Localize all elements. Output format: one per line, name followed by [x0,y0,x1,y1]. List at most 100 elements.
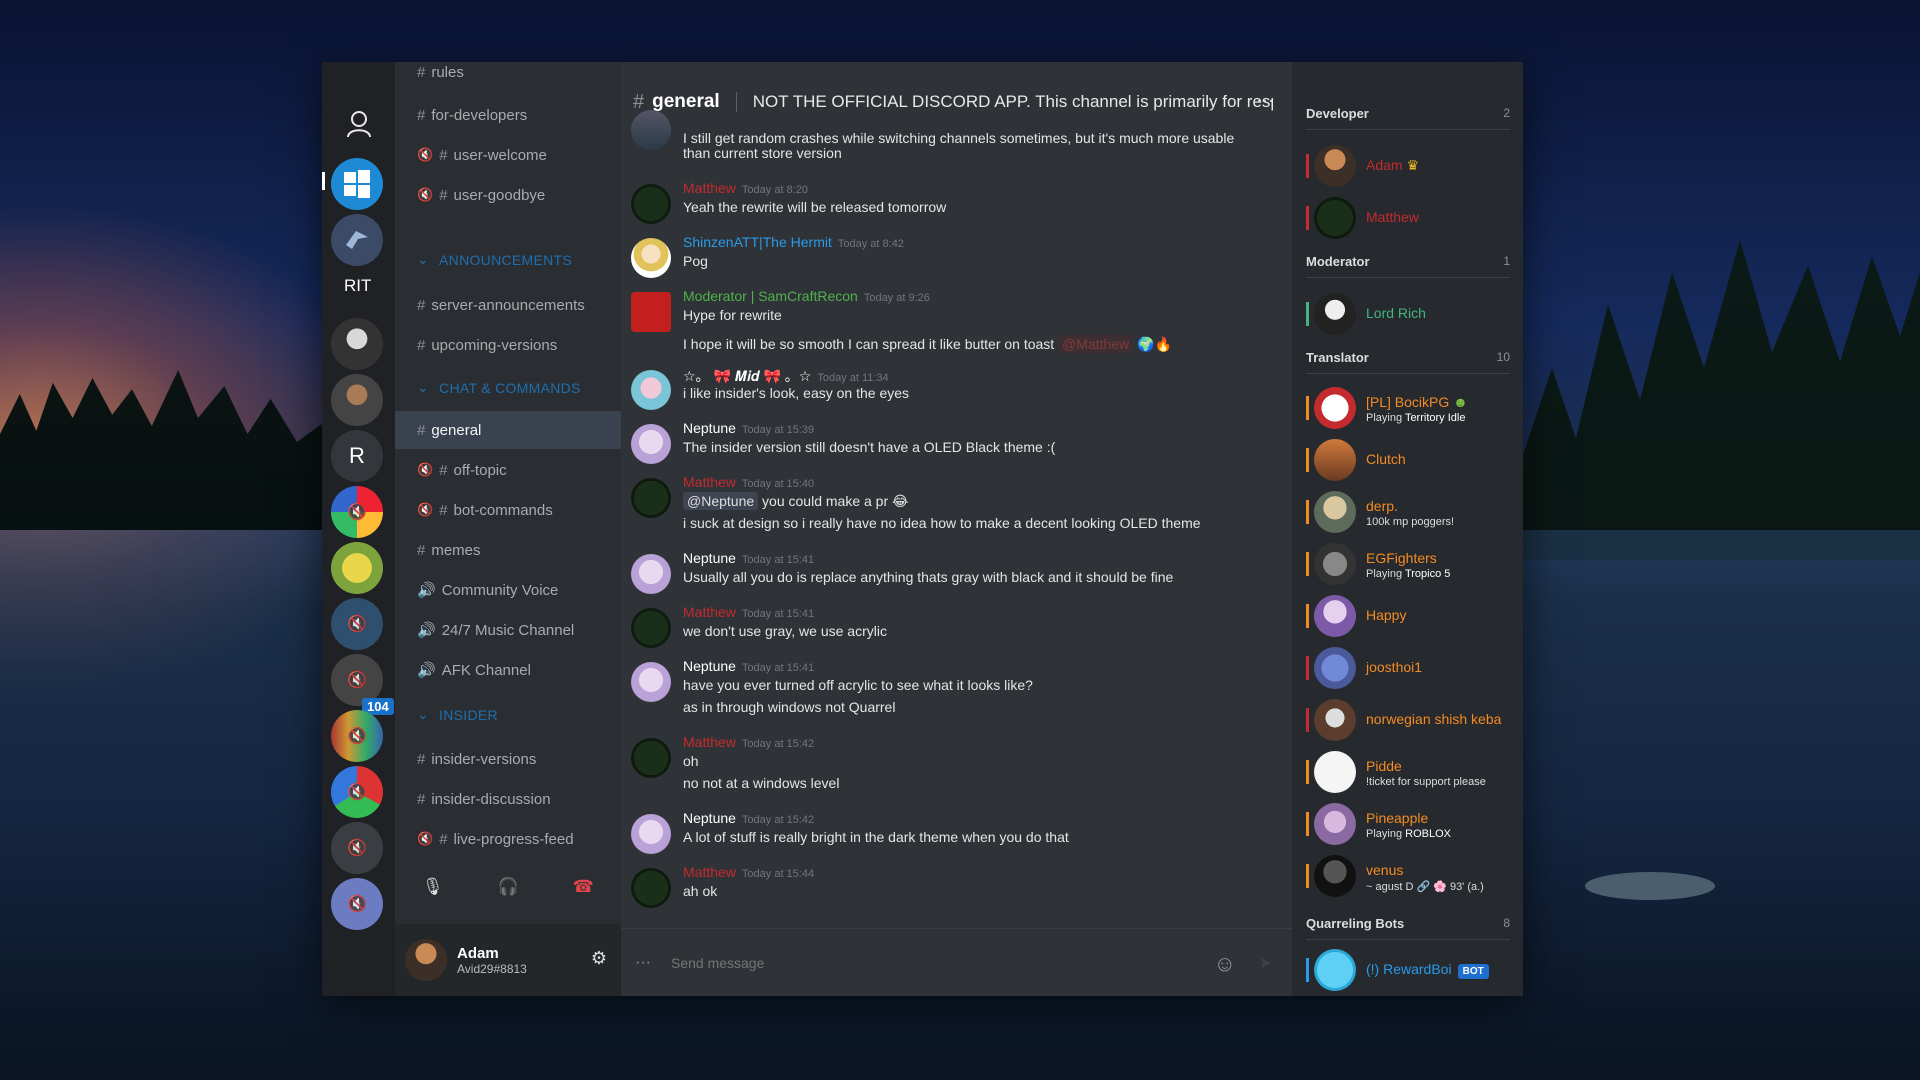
member-name: norwegian shish keba [1366,711,1502,727]
muted-icon: 🔇 [347,840,367,857]
server-avatar-2[interactable] [331,374,383,426]
channel-rules[interactable]: # rules [395,62,621,82]
headphones-icon[interactable]: 🎧 [498,877,519,897]
role-color-bar [1306,154,1309,178]
member-name: Lord Rich [1366,305,1426,321]
role-color-bar [1306,760,1309,784]
voice-channel-afk[interactable]: 🔊 AFK Channel [395,651,621,689]
avatar [631,738,671,778]
voice-channel-community[interactable]: 🔊 Community Voice [395,571,621,609]
muted-icon: 🔇 [347,672,367,689]
member-status: 100k mp poggers! [1366,516,1455,528]
member-status: Playing Territory Idle [1366,412,1466,424]
user-tag: Avid29#8813 [457,961,527,976]
friends-user-icon[interactable] [344,110,374,140]
channel-server-announcements[interactable]: # server-announcements [395,286,621,324]
header-divider [735,92,737,112]
hash-icon: # [633,90,645,113]
server-gov-hub-muted[interactable]: 🔇 [331,598,383,650]
member-item[interactable]: EGFighters Playing Tropico 5 [1306,542,1516,586]
server-avatar-1[interactable] [331,318,383,370]
role-group-translator: Translator 10 [1306,350,1510,374]
avatar [631,370,671,410]
member-item[interactable]: Clutch [1306,438,1516,482]
member-status: Playing ROBLOX [1366,828,1451,840]
role-color-bar [1306,864,1309,888]
channel-title: general [652,91,720,112]
emoji-picker-icon[interactable]: ☺ [1214,951,1236,977]
channel-off-topic[interactable]: 🔇 # off-topic [395,451,621,489]
voice-channel-music[interactable]: 🔊 24/7 Music Channel [395,611,621,649]
send-icon[interactable]: ➤ [1259,953,1272,973]
microphone-icon[interactable]: 🎙 [422,877,444,897]
avatar [1314,699,1356,741]
disconnect-call-icon[interactable]: ☎ [573,877,594,897]
member-item[interactable]: derp. 100k mp poggers! [1306,490,1516,534]
server-bird-icon[interactable] [331,214,383,266]
channel-live-progress-feed[interactable]: 🔇 # live-progress-feed [395,820,621,858]
server-muted-5[interactable]: 🔇 [331,766,383,818]
category-chat-commands[interactable]: ⌄ CHAT & COMMANDS [417,379,581,396]
member-item[interactable]: Happy [1306,594,1516,638]
server-windows-icon[interactable] [331,158,383,210]
member-item[interactable]: Adam ♛ [1306,144,1516,188]
avatar [631,184,671,224]
member-name: derp. [1366,498,1398,514]
role-color-bar [1306,604,1309,628]
role-group-moderator: Moderator 1 [1306,254,1510,278]
member-item[interactable]: joosthoi1 [1306,646,1516,690]
channel-topic[interactable]: NOT THE OFFICIAL DISCORD APP. This chann… [753,92,1273,112]
channel-user-welcome[interactable]: 🔇 # user-welcome [395,136,621,174]
server-r[interactable]: R [331,430,383,482]
server-folder-label[interactable]: RIT [344,276,371,296]
member-item[interactable]: norwegian shish keba [1306,698,1516,742]
channel-insider-discussion[interactable]: # insider-discussion [395,780,621,818]
server-muted-4[interactable]: 🔇 [331,710,383,762]
member-item[interactable]: [PL] BocikPG ☻ Playing Territory Idle [1306,386,1516,430]
member-item[interactable]: Pidde !ticket for support please [1306,750,1516,794]
message-input[interactable] [670,954,1191,971]
category-announcements[interactable]: ⌄ ANNOUNCEMENTS [417,251,572,268]
category-insider[interactable]: ⌄ INSIDER [417,706,498,723]
channel-upcoming-versions[interactable]: # upcoming-versions [395,326,621,364]
server-api-muted[interactable]: 🔇 [331,878,383,930]
server-rainbow-muted[interactable]: 🔇 [331,486,383,538]
channel-general[interactable]: # general [395,411,621,449]
channel-bot-commands[interactable]: 🔇 # bot-commands [395,491,621,529]
avatar [631,424,671,464]
muted-icon: 🔇 [347,896,367,913]
member-item[interactable]: Lord Rich [1306,292,1516,336]
more-actions-icon[interactable]: ··· [635,954,651,972]
avatar [1314,387,1356,429]
muted-icon: 🔇 [347,784,367,801]
member-name: Pineapple [1366,810,1429,826]
chevron-down-icon: ⌄ [417,379,430,395]
speaker-icon: 🔊 [417,662,436,679]
app-window: — ☐ ✕ RIT R 🔇 🔇 🔇 104 🔇 🔇 🔇 🔇 #rules #fo… [322,62,1523,996]
channel-user-goodbye[interactable]: 🔇 # user-goodbye [395,176,621,214]
role-color-bar [1306,552,1309,576]
member-item[interactable]: venus ~ agust D 🔗 🌸 93' (a.) [1306,854,1516,898]
role-group-quarreling-bots: Quarreling Bots 8 [1306,916,1510,940]
gear-icon[interactable]: ⚙ [591,948,607,969]
avatar [631,292,671,332]
avatar[interactable] [405,939,447,981]
avatar [1314,439,1356,481]
more-options-icon[interactable]: ··· [1256,90,1274,111]
member-item[interactable]: Matthew [1306,196,1516,240]
channel-insider-versions[interactable]: # insider-versions [395,740,621,778]
member-item[interactable]: (!) RewardBoi BOT [1306,948,1516,992]
member-item[interactable]: Pineapple Playing ROBLOX [1306,802,1516,846]
channel-for-developers[interactable]: # for-developers [395,96,621,134]
speaker-icon: 🔊 [417,582,436,599]
server-muted-6[interactable]: 🔇 [331,822,383,874]
role-color-bar [1306,448,1309,472]
avatar [1314,543,1356,585]
channel-memes[interactable]: # memes [395,531,621,569]
chevron-down-icon: ⌄ [417,251,430,267]
member-name: Matthew [1366,209,1419,225]
avatar [631,238,671,278]
role-color-bar [1306,656,1309,680]
server-lemon[interactable] [331,542,383,594]
role-color-bar [1306,812,1309,836]
